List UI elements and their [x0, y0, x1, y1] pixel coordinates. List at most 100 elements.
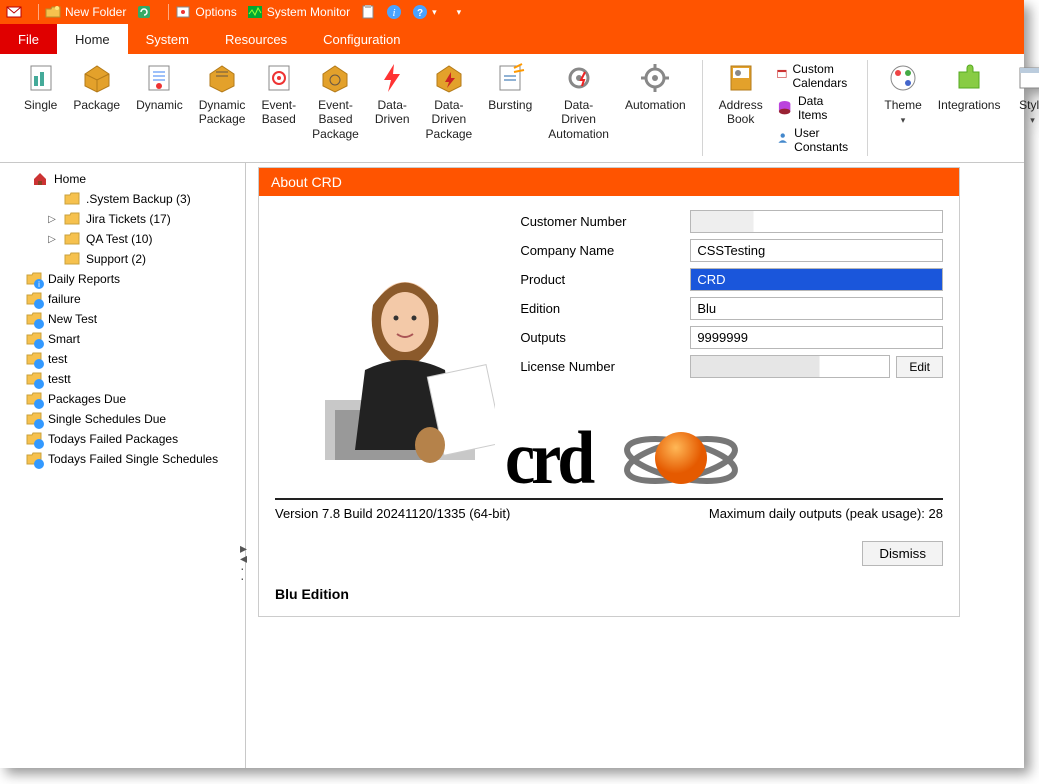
tree-daily[interactable]: iDaily Reports — [4, 269, 241, 289]
tree-qa-label: QA Test (10) — [86, 232, 152, 246]
paste-button[interactable] — [360, 4, 376, 20]
bursting-button[interactable]: Bursting — [480, 60, 540, 114]
folder-icon — [64, 211, 80, 227]
bursting-label: Bursting — [488, 98, 532, 112]
user-constants-label: User Constants — [794, 126, 853, 154]
info-badge-icon — [34, 359, 44, 369]
license-number-label: License Number — [520, 359, 690, 374]
data-driven-package-label: Data-Driven Package — [426, 98, 473, 141]
data-driven-automation-button[interactable]: Data-Driven Automation — [540, 60, 617, 143]
customer-number-field[interactable] — [690, 210, 943, 233]
tab-configuration[interactable]: Configuration — [305, 24, 418, 54]
dynamic-label: Dynamic — [136, 98, 183, 112]
data-driven-automation-label: Data-Driven Automation — [548, 98, 609, 141]
tree-support[interactable]: Support (2) — [4, 249, 241, 269]
data-items-button[interactable]: Data Items — [777, 94, 854, 122]
help-button[interactable]: ? ▾ — [412, 4, 437, 20]
lightning-icon — [376, 62, 408, 94]
tree-test[interactable]: test — [4, 349, 241, 369]
event-based-label: Event-Based — [261, 98, 296, 127]
tree-jira-label: Jira Tickets (17) — [86, 212, 171, 226]
folder-icon — [64, 251, 80, 267]
edition-label: Edition — [520, 301, 690, 316]
custom-calendars-button[interactable]: Custom Calendars — [777, 62, 854, 90]
tree-smart[interactable]: Smart — [4, 329, 241, 349]
tree-qa[interactable]: ▷QA Test (10) — [4, 229, 241, 249]
clipboard-icon — [360, 4, 376, 20]
custom-calendars-label: Custom Calendars — [793, 62, 854, 90]
event-based-package-button[interactable]: Event-Based Package — [304, 60, 367, 143]
refresh-button[interactable] — [136, 4, 152, 20]
single-button[interactable]: Single — [16, 60, 65, 114]
tab-home[interactable]: Home — [57, 24, 128, 54]
edit-button[interactable]: Edit — [896, 356, 943, 378]
splitter-grip[interactable]: ▸◂·· — [240, 543, 247, 583]
tree-failed-single-label: Todays Failed Single Schedules — [48, 452, 218, 466]
tree-smart-label: Smart — [48, 332, 80, 346]
version-text: Version 7.8 Build 20241120/1335 (64-bit) — [275, 506, 510, 521]
data-driven-package-button[interactable]: Data-Driven Package — [418, 60, 481, 143]
info-icon: i — [386, 4, 402, 20]
company-name-label: Company Name — [520, 243, 690, 258]
dismiss-button[interactable]: Dismiss — [862, 541, 943, 566]
dynamic-button[interactable]: Dynamic — [128, 60, 191, 114]
tree-newtest[interactable]: New Test — [4, 309, 241, 329]
folder-icon — [64, 231, 80, 247]
dynamic-package-button[interactable]: Dynamic Package — [191, 60, 254, 129]
company-name-field[interactable] — [690, 239, 943, 262]
orb-logo-icon — [621, 418, 741, 498]
svg-text:i: i — [393, 7, 396, 19]
ribbon: Single Package Dynamic Dynamic Package E… — [0, 54, 1024, 163]
puzzle-icon — [953, 62, 985, 94]
new-folder-button[interactable]: New Folder — [45, 4, 126, 20]
monitor-icon — [247, 4, 263, 20]
event-package-icon — [319, 62, 351, 94]
tree-failure[interactable]: failure — [4, 289, 241, 309]
tree-failed-single[interactable]: Todays Failed Single Schedules — [4, 449, 241, 469]
tree-single-due[interactable]: Single Schedules Due — [4, 409, 241, 429]
folder-icon — [64, 191, 80, 207]
tab-system[interactable]: System — [128, 24, 207, 54]
edition-field[interactable] — [690, 297, 943, 320]
style-button[interactable]: Style▾ — [1008, 60, 1039, 129]
user-icon — [777, 132, 788, 143]
options-button[interactable]: Options — [175, 4, 236, 20]
data-driven-button[interactable]: Data-Driven — [367, 60, 418, 129]
svg-text:i: i — [38, 280, 40, 289]
license-number-field[interactable] — [690, 355, 890, 378]
folder-sparkle-icon — [45, 4, 61, 20]
tree-system-backup[interactable]: .System Backup (3) — [4, 189, 241, 209]
dynamic-package-label: Dynamic Package — [199, 98, 246, 127]
product-field[interactable] — [690, 268, 943, 291]
integrations-button[interactable]: Integrations — [930, 60, 1009, 114]
automation-button[interactable]: Automation — [617, 60, 694, 114]
tree-testt[interactable]: testt — [4, 369, 241, 389]
package-button[interactable]: Package — [65, 60, 128, 114]
tree-failed-packages[interactable]: Todays Failed Packages — [4, 429, 241, 449]
nav-tree: Home .System Backup (3) ▷Jira Tickets (1… — [0, 163, 246, 768]
tree-home-label: Home — [54, 172, 86, 186]
address-book-button[interactable]: Address Book — [711, 60, 771, 129]
lightning-package-icon — [433, 62, 465, 94]
tree-newtest-label: New Test — [48, 312, 97, 326]
system-monitor-label: System Monitor — [267, 5, 350, 19]
tab-file[interactable]: File — [0, 24, 57, 54]
tree-jira[interactable]: ▷Jira Tickets (17) — [4, 209, 241, 229]
address-book-label: Address Book — [719, 98, 763, 127]
user-constants-button[interactable]: User Constants — [777, 126, 854, 154]
quick-access-toolbar: New Folder Options System Monitor i ? ▾ … — [0, 0, 1024, 24]
theme-button[interactable]: Theme▾ — [876, 60, 929, 129]
tree-home[interactable]: Home — [4, 169, 241, 189]
customer-number-label: Customer Number — [520, 214, 690, 229]
event-based-button[interactable]: Event-Based — [253, 60, 304, 129]
tree-packages-due[interactable]: Packages Due — [4, 389, 241, 409]
system-monitor-button[interactable]: System Monitor — [247, 4, 350, 20]
qat-overflow[interactable]: ▾ — [457, 7, 462, 18]
info-button[interactable]: i — [386, 4, 402, 20]
tab-resources[interactable]: Resources — [207, 24, 305, 54]
tree-single-due-label: Single Schedules Due — [48, 412, 166, 426]
outputs-field[interactable] — [690, 326, 943, 349]
package-icon — [81, 62, 113, 94]
calendar-icon — [777, 69, 787, 79]
outputs-label: Outputs — [520, 330, 690, 345]
